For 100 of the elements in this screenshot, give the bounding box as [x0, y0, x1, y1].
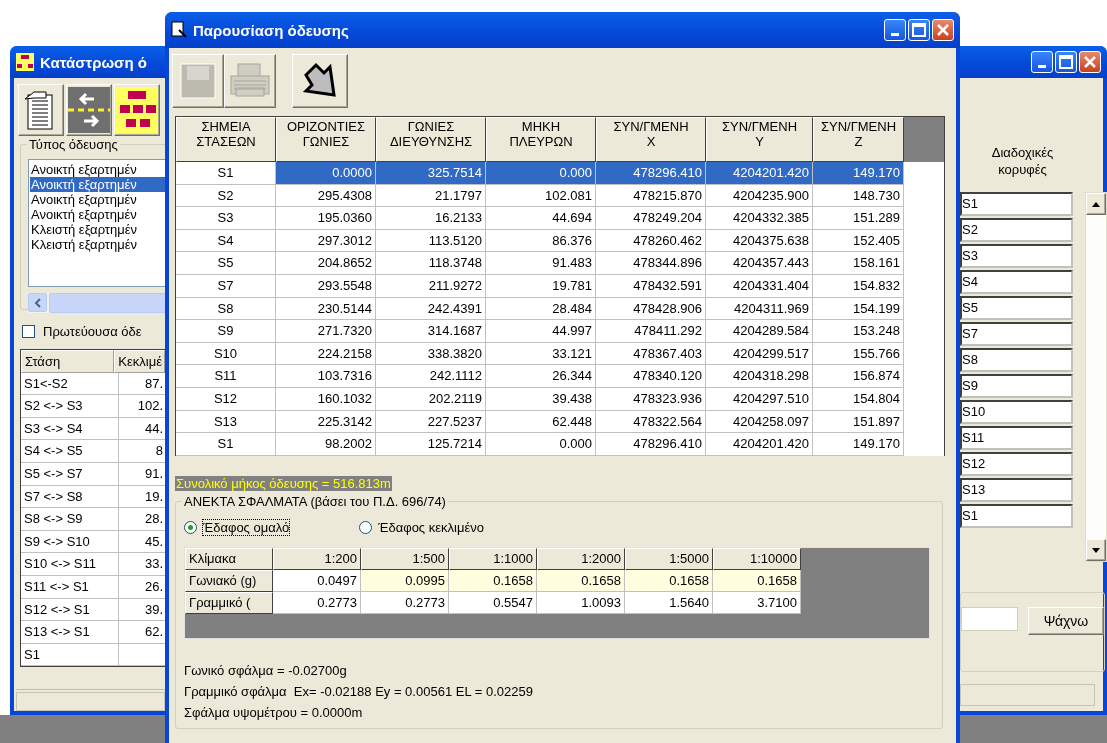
table-cell: S12	[176, 387, 276, 411]
column-header: ΣΥΝ/ΓΜΕΝΗ Y	[706, 117, 813, 162]
toolbar-button[interactable]	[18, 84, 64, 136]
result-text: Σφάλμα υψομέτρου = 0.0000m	[184, 705, 364, 720]
table-cell: 154.832	[813, 274, 904, 298]
table-cell: 39.438	[486, 387, 596, 411]
table-cell: S3 <-> S4	[21, 417, 119, 441]
table-cell: 0.2773	[361, 592, 449, 614]
column-header: Κεκλιμέ	[114, 350, 165, 373]
group-label: ΑΝΕΚΤΑ ΣΦΑΛΜΑΤΑ (βάσει του Π.Δ. 696/74)	[182, 494, 448, 509]
close-icon	[936, 23, 950, 37]
column-header: 1:2000	[537, 548, 625, 570]
table-cell: 271.7320	[276, 320, 376, 343]
vertex-field[interactable]: S10	[960, 400, 1073, 424]
column-header: ΜΗΚΗ ΠΛΕΥΡΩΝ	[486, 117, 596, 162]
table-cell: S1	[176, 433, 276, 456]
table-cell: 4204201.420	[706, 162, 813, 185]
table-cell: S8 <-> S9	[21, 508, 119, 531]
table-cell: 154.804	[813, 387, 904, 411]
table-cell: 1.5640	[625, 592, 713, 614]
table-cell: S7 <-> S8	[21, 485, 119, 509]
result-text: Γραμμικό σφάλμα Ex= -0.02188 Ey = 0.00561 EL = 0.02259	[184, 684, 534, 699]
toolbar-button[interactable]	[114, 84, 160, 136]
table-cell: 151.289	[813, 207, 904, 230]
vertex-field[interactable]: S4	[960, 270, 1073, 294]
minimize-button[interactable]	[884, 19, 906, 41]
vertex-field[interactable]: S1	[960, 504, 1073, 528]
scroll-down-button[interactable]	[1086, 539, 1106, 561]
list-item[interactable]: Ανοικτή εξαρτημέν	[30, 177, 165, 192]
table-cell: 478432.591	[596, 274, 706, 298]
vertex-field[interactable]: S1	[960, 192, 1073, 216]
column-header: 1:200	[273, 548, 361, 570]
vertex-field[interactable]: S2	[960, 218, 1073, 242]
table-cell: S12 <-> S1	[21, 598, 119, 622]
table-cell: 0.000	[486, 162, 596, 185]
radio-button[interactable]	[359, 521, 373, 534]
arrow-up-icon	[1092, 201, 1100, 207]
table-cell: 478323.936	[596, 387, 706, 411]
table-cell: 478340.120	[596, 365, 706, 388]
column-header: 1:1000	[449, 548, 537, 570]
vertex-field[interactable]: S11	[960, 426, 1073, 450]
table-cell: 4204332.385	[706, 207, 813, 230]
list-item[interactable]: Ανοικτή εξαρτημέν	[30, 207, 165, 222]
table-cell: 202.2119	[376, 387, 486, 411]
minimize-icon	[1038, 64, 1046, 68]
column-header: ΣΥΝ/ΓΜΕΝΗ X	[596, 117, 706, 162]
checkbox[interactable]	[22, 325, 35, 338]
maximize-button[interactable]	[1055, 51, 1077, 73]
column-header: ΣΗΜΕΙΑ ΣΤΑΣΕΩΝ	[176, 117, 276, 162]
exit-button[interactable]	[292, 54, 348, 108]
radio-label: Έδαφος κεκλιμένο	[378, 520, 484, 535]
close-button[interactable]	[932, 19, 954, 41]
group-label: Τύπος όδευσης	[27, 137, 120, 152]
window-title: Παρουσίαση όδευσης	[193, 21, 349, 39]
table-cell: 44.997	[486, 320, 596, 343]
vertex-field[interactable]: S12	[960, 452, 1073, 476]
list-item[interactable]: Κλειστή εξαρτημέν	[30, 237, 165, 252]
arrow-left-icon	[33, 297, 42, 308]
table-cell: 118.3748	[376, 252, 486, 275]
column-header: Στάση	[21, 350, 115, 373]
toolbar-button[interactable]	[66, 84, 112, 136]
vertex-field[interactable]: S8	[960, 348, 1073, 372]
table-cell: 160.1032	[276, 387, 376, 411]
vertex-field[interactable]: S7	[960, 322, 1073, 346]
table-cell: 314.1687	[376, 320, 486, 343]
table-cell: 242.1112	[376, 365, 486, 388]
close-button[interactable]	[1079, 51, 1101, 73]
search-field[interactable]	[961, 607, 1018, 631]
vertex-field[interactable]: S3	[960, 244, 1073, 268]
column-header: Κλίμακα	[185, 548, 273, 570]
table-cell: S3	[176, 207, 276, 230]
vertical-scrollbar[interactable]	[1085, 192, 1107, 562]
table-cell: 0.000	[486, 433, 596, 456]
vertex-field[interactable]: S5	[960, 296, 1073, 320]
table-cell: 0.0497	[273, 570, 361, 592]
arrow-down-icon	[1092, 547, 1100, 553]
vertex-field[interactable]: S13	[960, 478, 1073, 502]
column-header: 1:10000	[713, 548, 801, 570]
minimize-icon	[891, 32, 899, 36]
column-header: ΓΩΝΙΕΣ ΔΙΕΥΘΥΝΣΗΣ	[376, 117, 486, 162]
search-button[interactable]: Ψάχνω	[1028, 607, 1104, 635]
column-header: ΟΡΙΖΟΝΤΙΕΣ ΓΩΝΙΕΣ	[276, 117, 376, 162]
table-cell: 0.1658	[537, 570, 625, 592]
minimize-button[interactable]	[1031, 51, 1053, 73]
maximize-button[interactable]	[908, 19, 930, 41]
table-cell: 1.0093	[537, 592, 625, 614]
table-cell: 98.2002	[276, 433, 376, 456]
table-cell: 211.9272	[376, 274, 486, 298]
list-item[interactable]: Κλειστή εξαρτημέν	[30, 222, 165, 237]
vertex-field[interactable]: S9	[960, 374, 1073, 398]
scrollbar-thumb[interactable]	[49, 293, 165, 313]
scroll-up-button[interactable]	[1086, 193, 1106, 215]
scroll-left-button[interactable]	[28, 293, 47, 312]
table-cell: 4204318.298	[706, 365, 813, 388]
arrows-icon	[68, 87, 110, 133]
radio-button[interactable]	[184, 521, 197, 534]
table-cell: S5 <-> S7	[21, 462, 119, 486]
list-item[interactable]: Ανοικτή εξαρτημέν	[30, 162, 165, 177]
table-cell: 149.170	[813, 162, 904, 185]
list-item[interactable]: Ανοικτή εξαρτημέν	[30, 192, 165, 207]
